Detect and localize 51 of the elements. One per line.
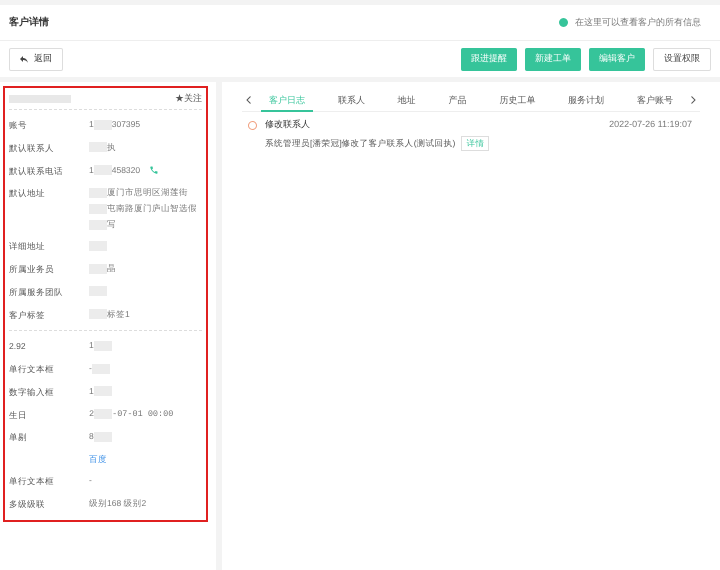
field-value: 晶 (107, 262, 116, 275)
back-button[interactable]: 返回 (9, 48, 63, 70)
field-value: 1 (89, 384, 94, 398)
field-label: 默认联系电话 (9, 166, 63, 176)
field-label: 客户标签 (9, 310, 45, 320)
field-value: 写 (107, 218, 116, 232)
field-value: 级别168 级别2 (89, 496, 146, 510)
field-value: 1 (89, 118, 94, 131)
follow-link[interactable]: ★关注 (175, 92, 202, 106)
field-label: 单剔 (9, 432, 27, 442)
field-label: 所属服务团队 (9, 286, 63, 297)
field-label: 多级级联 (9, 498, 45, 509)
field-label: 账号 (9, 120, 27, 130)
field-label: 默认联系人 (9, 142, 54, 153)
field-label: 默认地址 (9, 188, 45, 198)
prev-icon[interactable] (246, 96, 251, 104)
next-icon[interactable] (691, 96, 696, 104)
field-label: 单行文本框 (9, 364, 54, 374)
field-value: 307395 (112, 118, 140, 131)
field-value: - (89, 362, 92, 375)
reply-icon (20, 56, 28, 62)
action-button[interactable]: 设置权限 (653, 48, 711, 70)
field-label: 生日 (9, 410, 27, 420)
tab[interactable]: 联系人 (330, 88, 373, 112)
field-value: 1 (89, 164, 94, 176)
field-label: 2.92 (9, 341, 26, 352)
log-text: 系统管理员[潘荣冠]修改了客户联系人(测试回执) (265, 137, 456, 150)
log-title: 修改联系人 (265, 118, 310, 132)
tab[interactable]: 地址 (390, 88, 424, 112)
field-label: 单行文本框 (9, 476, 54, 486)
field-value: 厦门市思明区湖莲街 (107, 186, 188, 200)
tab[interactable]: 历史工单 (491, 88, 544, 112)
field-value: 执 (107, 140, 116, 154)
page-title: 客户详情 (9, 15, 49, 30)
field-label: 数字输入框 (9, 386, 54, 397)
log-time: 2022-07-26 11:19:07 (609, 118, 692, 132)
link[interactable]: 百度 (89, 453, 107, 466)
field-label: 所属业务员 (9, 264, 54, 274)
field-value: 458320 (112, 164, 140, 176)
tab[interactable]: 服务计划 (560, 88, 612, 112)
tab[interactable]: 产品 (440, 88, 474, 112)
hint-text: 在这里可以查看客户的所有信息 (575, 16, 701, 29)
field-label: 详细地址 (9, 241, 45, 252)
field-value: 1 (89, 339, 94, 352)
field-value: 8 (89, 430, 94, 444)
field-value: 标签1 (107, 308, 130, 320)
field-value: -07-01 00:00 (112, 408, 174, 420)
field-value: 屯南路厦门庐山智选假 (107, 202, 197, 216)
field-value: - (89, 474, 92, 487)
tab[interactable]: 客户账号 (628, 88, 681, 112)
field-value: 2 (89, 408, 94, 420)
